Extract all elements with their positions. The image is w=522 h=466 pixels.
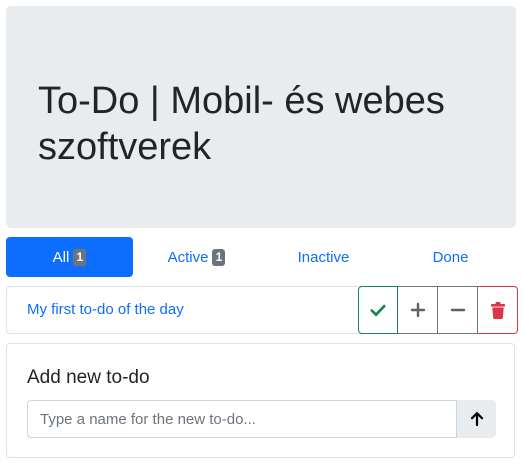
tab-all[interactable]: All 1 [6,237,133,277]
header-banner: To-Do | Mobil- és webes szoftverek [6,6,516,228]
tab-inactive[interactable]: Inactive [260,237,387,277]
check-icon [370,304,386,317]
count-badge: 1 [73,248,87,266]
add-todo-card: Add new to-do [6,343,515,458]
tab-done[interactable]: Done [387,237,514,277]
tab-label: All [52,248,70,266]
tab-active[interactable]: Active 1 [133,237,260,277]
tab-label: Active [167,248,209,266]
tab-label: Done [432,248,469,266]
todo-app: To-Do | Mobil- és webes szoftverek All 1… [0,0,522,466]
plus-icon [410,302,425,318]
delete-button[interactable] [478,286,518,334]
todo-name-link[interactable]: My first to-do of the day [27,287,184,333]
add-todo-button[interactable] [457,400,496,438]
new-todo-input[interactable] [27,400,457,438]
minus-icon [450,308,465,312]
tab-label: Inactive [297,248,350,266]
filter-tabs: All 1 Active 1 Inactive Done [6,237,516,277]
decrease-priority-button[interactable] [438,286,478,334]
increase-priority-button[interactable] [398,286,438,334]
add-todo-heading: Add new to-do [27,367,150,388]
todo-actions [358,286,518,334]
todo-item: My first to-do of the day [6,286,518,334]
page-title: To-Do | Mobil- és webes szoftverek [38,80,445,168]
add-todo-form [27,400,496,438]
mark-done-button[interactable] [358,286,398,334]
count-badge: 1 [212,248,226,266]
trash-icon [490,301,505,319]
arrow-up-icon [470,412,483,427]
